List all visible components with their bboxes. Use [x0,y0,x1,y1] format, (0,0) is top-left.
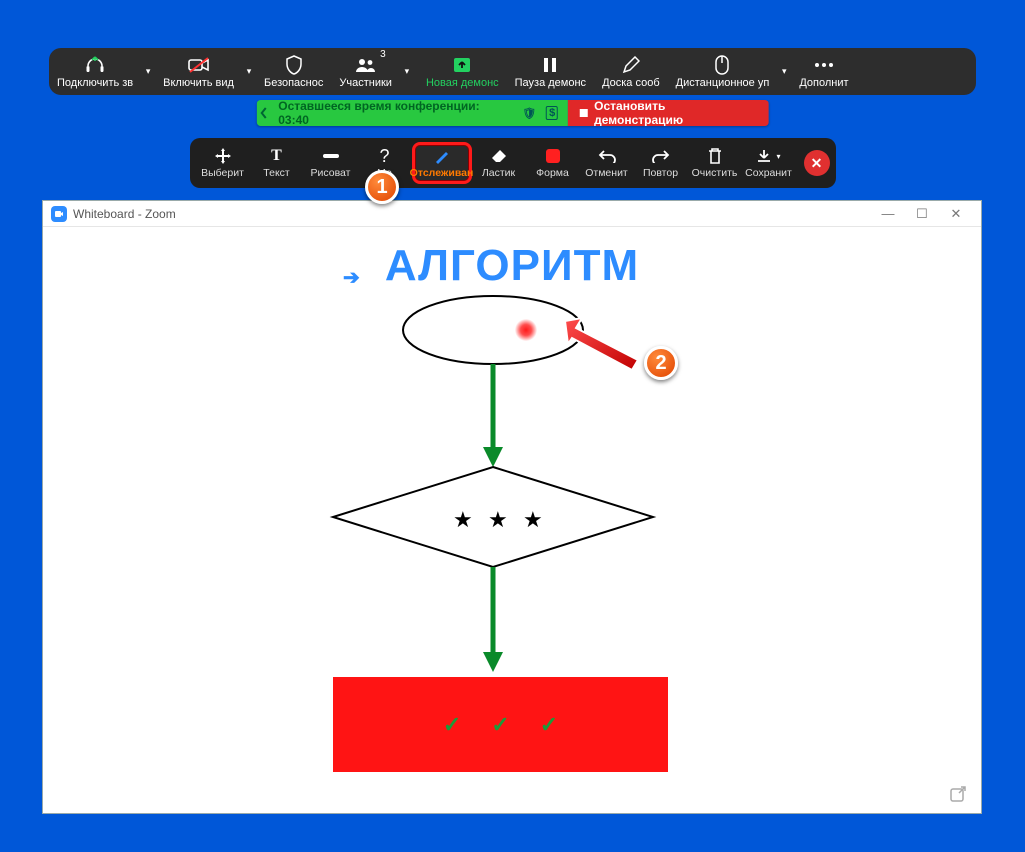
more-button[interactable]: Дополнит [791,48,856,95]
security-label: Безопаснос [264,77,323,89]
pencil-icon [622,55,640,75]
collapse-left-icon[interactable] [258,100,274,126]
eraser-tool[interactable]: Ластик [472,142,526,184]
text-label: Текст [263,167,289,179]
text-icon: T [271,147,282,165]
eraser-icon [490,147,508,165]
more-dots-icon [814,55,834,75]
redo-button[interactable]: Повтор [634,142,688,184]
annotate-button[interactable]: Доска сооб [594,48,668,95]
callout-badge-1: 1 [365,170,399,204]
save-label: Сохранит [745,167,792,179]
share-status-bar: Оставшееся время конференции: 03:40 🛡 $ … [256,100,769,126]
callout-badge-2: 2 [644,346,678,380]
headphones-icon [85,55,105,75]
security-button[interactable]: Безопаснос [256,48,331,95]
video-caret[interactable]: ▾ [242,66,256,77]
redo-icon [652,147,670,165]
save-download-icon: ▾ [756,147,780,165]
spotlight-tool[interactable]: Отслеживан [412,142,472,184]
move-icon [214,147,232,165]
draw-line-icon [322,147,340,165]
question-icon: ? [379,147,389,165]
clear-label: Очистить [692,167,738,179]
participants-caret[interactable]: ▾ [400,66,414,77]
stop-icon [580,109,588,117]
svg-text:★: ★ [523,507,543,532]
new-share-button[interactable]: Новая демонс [418,48,507,95]
undo-button[interactable]: Отменит [580,142,634,184]
participants-icon: 3 [354,55,378,75]
redo-label: Повтор [643,167,678,179]
check-icon: ✓ [443,712,461,738]
export-image-icon[interactable] [949,785,967,803]
stop-share-button[interactable]: Остановить демонстрацию [568,100,769,126]
annotation-toolbar: Выберит T Текст Рисоват ? Ме Отслеживан … [190,138,836,188]
format-tool[interactable]: Форма [526,142,580,184]
join-audio-button[interactable]: Подключить зв [49,48,141,95]
spotlight-pen-icon [433,147,451,165]
eraser-label: Ластик [482,167,515,179]
new-share-label: Новая демонс [426,77,499,89]
draw-tool[interactable]: Рисоват [304,142,358,184]
check-icon: ✓ [540,712,558,738]
laser-pointer-dot [515,319,537,341]
svg-text:★: ★ [453,507,473,532]
share-up-icon [451,55,473,75]
meeting-time-remaining: Оставшееся время конференции: 03:40 🛡 $ [256,100,568,126]
svg-text:★: ★ [488,507,508,532]
clear-button[interactable]: Очистить [688,142,742,184]
remote-control-button[interactable]: Дистанционное уп [668,48,778,95]
more-label: Дополнит [799,77,848,89]
audio-caret[interactable]: ▾ [141,66,155,77]
spotlight-label: Отслеживан [410,167,474,179]
check-icon: ✓ [491,712,509,738]
format-label: Форма [536,167,569,179]
save-button[interactable]: ▾ Сохранит [742,142,796,184]
whiteboard-canvas[interactable]: ➔ АЛГОРИТМ ★ ★ ★ ✓ ✓ ✓ [43,227,981,813]
select-label: Выберит [201,167,244,179]
video-off-icon [188,55,210,75]
draw-label: Рисоват [311,167,351,179]
start-video-label: Включить вид [163,77,234,89]
close-icon: ✕ [811,155,823,172]
whiteboard-window: Whiteboard - Zoom — ☐ ✕ ➔ АЛГОРИТМ ★ ★ ★ [42,200,982,814]
select-tool[interactable]: Выберит [196,142,250,184]
close-annotation-button[interactable]: ✕ [804,150,830,176]
trash-icon [707,147,723,165]
participants-button[interactable]: 3 Участники [331,48,400,95]
flow-terminal-box: ✓ ✓ ✓ [333,677,668,772]
remote-control-label: Дистанционное уп [676,77,770,89]
maximize-button[interactable]: ☐ [905,206,939,222]
undo-icon [598,147,616,165]
zoom-app-icon [51,206,67,222]
color-shape-icon [546,147,560,165]
mouse-icon [715,55,729,75]
shield-check-icon: 🛡 [522,107,536,120]
meeting-controls-toolbar: Подключить зв ▾ Включить вид ▾ Безопасно… [49,48,976,95]
time-remaining-text: Оставшееся время конференции: 03:40 [278,100,512,126]
minimize-button[interactable]: — [871,206,905,221]
whiteboard-title: Whiteboard - Zoom [73,207,176,221]
whiteboard-titlebar[interactable]: Whiteboard - Zoom — ☐ ✕ [43,201,981,227]
join-audio-label: Подключить зв [57,77,133,89]
stop-share-label: Остановить демонстрацию [594,100,757,126]
pause-share-label: Пауза демонс [515,77,586,89]
remote-caret[interactable]: ▾ [777,66,791,77]
participants-count: 3 [380,49,386,60]
start-video-button[interactable]: Включить вид [155,48,242,95]
pause-icon [543,55,557,75]
close-window-button[interactable]: ✕ [939,206,973,222]
dollar-icon: $ [546,106,558,120]
undo-label: Отменит [585,167,628,179]
shield-icon [285,55,303,75]
participants-label: Участники [339,77,392,89]
whiteboard-label: Доска сооб [602,77,660,89]
pause-share-button[interactable]: Пауза демонс [507,48,594,95]
callout-arrow-2 [560,316,650,376]
text-tool[interactable]: T Текст [250,142,304,184]
